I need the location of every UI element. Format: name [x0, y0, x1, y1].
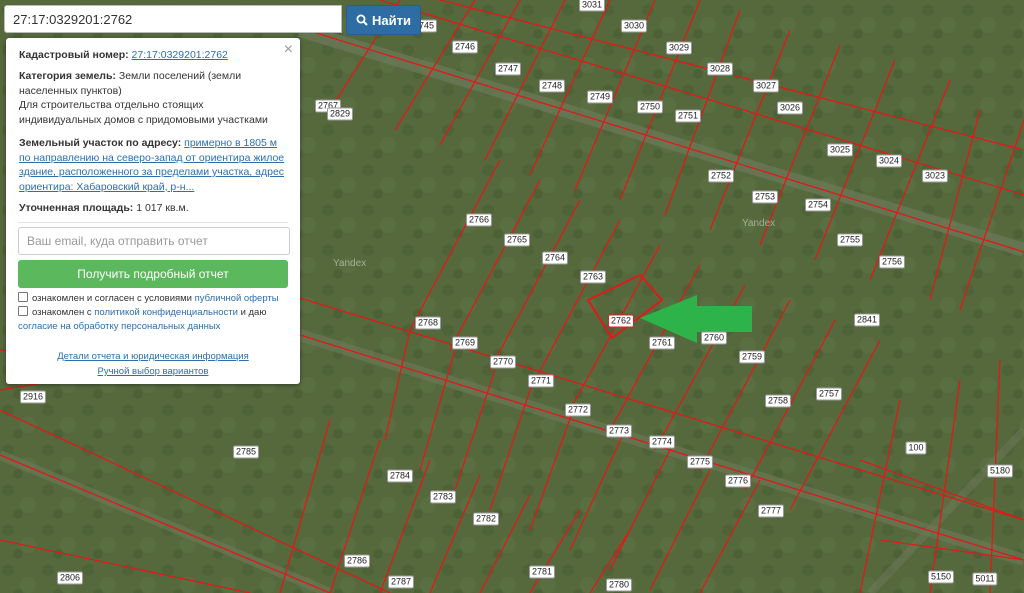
plot-label[interactable]: 2752: [707, 169, 735, 183]
plot-label[interactable]: 2775: [686, 455, 714, 469]
plot-label[interactable]: 2756: [878, 255, 906, 269]
plot-label[interactable]: 2748: [538, 79, 566, 93]
plot-label[interactable]: 2787: [387, 575, 415, 589]
plot-label[interactable]: 2776: [724, 474, 752, 488]
plot-label[interactable]: 2772: [564, 403, 592, 417]
consent-privacy-text: ознакомлен с: [32, 307, 92, 318]
plot-label[interactable]: 2777: [757, 504, 785, 518]
consent-privacy-row: ознакомлен с политикой конфиденциальност…: [18, 306, 290, 333]
area-row: Уточненная площадь: 1 017 кв.м.: [19, 201, 287, 216]
plot-label[interactable]: 2761: [648, 336, 676, 350]
search-bar: Найти: [4, 5, 421, 35]
plot-label[interactable]: 2783: [429, 490, 457, 504]
plot-label[interactable]: 2760: [700, 331, 728, 345]
plot-label[interactable]: 2768: [414, 316, 442, 330]
plot-label[interactable]: 3028: [706, 62, 734, 76]
plot-label[interactable]: 3031: [578, 0, 606, 12]
plot-label[interactable]: 2759: [738, 350, 766, 364]
plot-label[interactable]: 5150: [927, 570, 955, 584]
plot-label[interactable]: 3025: [826, 143, 854, 157]
category-row: Категория земель: Земли поселений (земли…: [19, 69, 287, 127]
plot-label[interactable]: 2774: [648, 435, 676, 449]
report-details-link[interactable]: Детали отчета и юридическая информация: [57, 351, 249, 362]
cadastral-row: Кадастровый номер: 27:17:0329201:2762: [19, 48, 287, 63]
cadastral-number-link[interactable]: 27:17:0329201:2762: [132, 49, 228, 61]
plot-label[interactable]: 2916: [19, 390, 47, 404]
plot-label[interactable]: 3029: [665, 41, 693, 55]
get-report-button[interactable]: Получить подробный отчет: [18, 260, 288, 288]
plot-label[interactable]: 3026: [776, 101, 804, 115]
plot-label[interactable]: 2747: [494, 62, 522, 76]
plot-label[interactable]: 2751: [674, 109, 702, 123]
plot-label[interactable]: 2781: [528, 565, 556, 579]
plot-label[interactable]: 2749: [586, 90, 614, 104]
consent-offer-row: ознакомлен и согласен с условиями публич…: [18, 292, 290, 306]
plot-label[interactable]: 2785: [232, 445, 260, 459]
plot-label[interactable]: 2782: [472, 512, 500, 526]
area-label: Уточненная площадь:: [19, 202, 134, 214]
plot-label[interactable]: 2829: [326, 107, 354, 121]
plot-label[interactable]: 2780: [605, 578, 633, 592]
plot-label[interactable]: 5180: [986, 464, 1014, 478]
plot-label[interactable]: 2765: [503, 233, 531, 247]
plot-label[interactable]: 2763: [579, 270, 607, 284]
plot-label[interactable]: 2746: [451, 40, 479, 54]
plot-label[interactable]: 2773: [605, 424, 633, 438]
plot-label[interactable]: 2771: [527, 374, 555, 388]
plot-label[interactable]: 2784: [386, 469, 414, 483]
personal-data-consent-link[interactable]: согласие на обработку персональных данны…: [18, 321, 220, 332]
plot-label[interactable]: 2753: [751, 190, 779, 204]
consent-offer-text: ознакомлен и согласен с условиями: [32, 293, 192, 304]
plot-label[interactable]: 2757: [815, 387, 843, 401]
consent-offer-checkbox[interactable]: [18, 292, 28, 302]
plot-label[interactable]: 2764: [541, 251, 569, 265]
plot-label[interactable]: 2755: [836, 233, 864, 247]
consent-privacy-checkbox[interactable]: [18, 306, 28, 316]
plot-label[interactable]: 3027: [752, 79, 780, 93]
plot-label[interactable]: 2806: [56, 571, 84, 585]
address-label: Земельный участок по адресу:: [19, 137, 182, 149]
plot-label[interactable]: 3024: [875, 154, 903, 168]
cadastral-label: Кадастровый номер:: [19, 49, 129, 61]
plot-label[interactable]: 2770: [489, 355, 517, 369]
usage-text: Для строительства отдельно стоящих индив…: [19, 99, 268, 126]
consent-privacy-mid: и даю: [240, 307, 267, 318]
plot-label[interactable]: 2769: [451, 336, 479, 350]
search-button[interactable]: Найти: [346, 5, 421, 35]
plot-label[interactable]: 2841: [853, 313, 881, 327]
manual-link-wrap: Ручной выбор вариантов: [6, 366, 300, 377]
plot-label[interactable]: 3023: [921, 169, 949, 183]
search-button-label: Найти: [372, 12, 411, 28]
plot-label[interactable]: 2786: [343, 554, 371, 568]
plot-label[interactable]: 2750: [636, 100, 664, 114]
plot-label[interactable]: 2766: [465, 213, 493, 227]
search-input[interactable]: [4, 5, 342, 33]
divider: [18, 222, 288, 223]
address-row: Земельный участок по адресу: примерно в …: [19, 136, 287, 194]
email-field[interactable]: [18, 227, 290, 255]
manual-selection-link[interactable]: Ручной выбор вариантов: [98, 366, 209, 377]
area-value: 1 017 кв.м.: [136, 202, 189, 214]
map-watermark: Yandex: [333, 258, 367, 269]
privacy-policy-link[interactable]: политикой конфиденциальности: [94, 307, 238, 318]
selected-plot-label[interactable]: 2762: [607, 314, 635, 328]
plot-label[interactable]: 100: [905, 441, 927, 455]
plot-label[interactable]: 5011: [972, 572, 998, 586]
public-offer-link[interactable]: публичной оферты: [195, 293, 279, 304]
search-icon: [356, 14, 368, 26]
plot-label[interactable]: 2754: [804, 198, 832, 212]
info-panel: × Кадастровый номер: 27:17:0329201:2762 …: [6, 38, 300, 384]
plot-label[interactable]: 3030: [620, 19, 648, 33]
plot-label[interactable]: 2758: [764, 394, 792, 408]
map-watermark: Yandex: [742, 218, 776, 229]
details-link-wrap: Детали отчета и юридическая информация: [6, 351, 300, 362]
category-label: Категория земель:: [19, 70, 116, 82]
